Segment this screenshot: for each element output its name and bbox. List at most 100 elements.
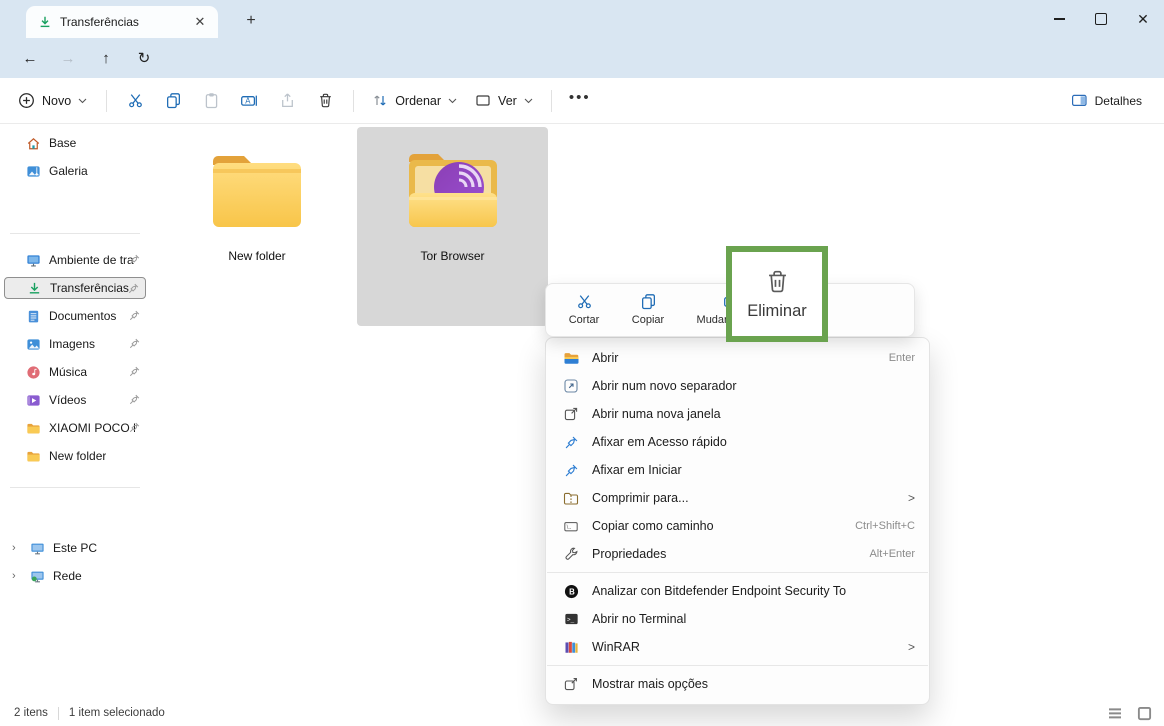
pin-icon bbox=[561, 463, 581, 478]
pin-icon bbox=[127, 282, 140, 295]
sidebar-item-documentos[interactable]: Documentos bbox=[4, 305, 146, 327]
chevron-down-icon bbox=[448, 98, 457, 104]
sidebar-item-xiaomi-poco[interactable]: XIAOMI POCO F bbox=[4, 417, 146, 439]
chevron-down-icon bbox=[78, 98, 87, 104]
menu-item-abrir-novo-separador[interactable]: Abrir num novo separador bbox=[551, 372, 924, 400]
sidebar-item-transferencias[interactable]: Transferências bbox=[4, 277, 146, 299]
menu-item-abrir-nova-janela[interactable]: Abrir numa nova janela bbox=[551, 400, 924, 428]
menu-item-afixar-iniciar[interactable]: Afixar em Iniciar bbox=[551, 456, 924, 484]
sort-button-label: Ordenar bbox=[395, 94, 441, 108]
quick-cut-button[interactable]: Cortar bbox=[552, 290, 616, 336]
sidebar-item-label: Rede bbox=[53, 569, 82, 583]
view-button-label: Ver bbox=[498, 94, 517, 108]
delete-button[interactable] bbox=[306, 85, 344, 117]
tab-title: Transferências bbox=[60, 15, 182, 29]
menu-item-propriedades[interactable]: Propriedades Alt+Enter bbox=[551, 540, 924, 568]
trash-icon bbox=[764, 268, 791, 295]
gallery-icon bbox=[26, 164, 41, 179]
cut-button[interactable] bbox=[116, 85, 154, 117]
more-toolbar-button[interactable]: ••• bbox=[561, 85, 599, 117]
menu-item-abrir[interactable]: Abrir Enter bbox=[551, 344, 924, 372]
chevron-right-icon[interactable]: › bbox=[12, 570, 22, 582]
wrench-icon bbox=[561, 547, 581, 562]
network-icon bbox=[30, 569, 45, 584]
sidebar-item-label: Música bbox=[49, 365, 87, 379]
sort-button[interactable]: Ordenar bbox=[363, 85, 466, 117]
close-button[interactable]: ✕ bbox=[1122, 0, 1164, 38]
back-button[interactable]: ← bbox=[17, 46, 43, 70]
details-view-icon[interactable] bbox=[1107, 707, 1123, 720]
share-icon bbox=[279, 92, 296, 109]
rename-icon: A bbox=[240, 92, 258, 109]
menu-item-label: Afixar em Iniciar bbox=[592, 463, 915, 477]
sidebar-item-rede[interactable]: › Rede bbox=[4, 565, 146, 587]
sidebar-item-base[interactable]: Base bbox=[4, 132, 146, 154]
copy-icon bbox=[640, 293, 657, 310]
minimize-button[interactable] bbox=[1038, 0, 1080, 38]
sidebar-item-videos[interactable]: Vídeos bbox=[4, 389, 146, 411]
open-new-window-icon bbox=[561, 406, 581, 422]
refresh-button[interactable]: ↻ bbox=[131, 46, 157, 70]
sidebar-item-label: New folder bbox=[49, 449, 106, 463]
submenu-chevron-icon: > bbox=[908, 640, 915, 654]
sidebar-item-imagens[interactable]: Imagens bbox=[4, 333, 146, 355]
new-button-label: Novo bbox=[42, 94, 71, 108]
menu-item-abrir-no-terminal[interactable]: >_ Abrir no Terminal bbox=[551, 605, 924, 633]
maximize-button[interactable] bbox=[1080, 0, 1122, 38]
pin-icon bbox=[128, 253, 141, 266]
up-button[interactable]: ↑ bbox=[93, 46, 119, 70]
menu-item-mostrar-mais-opcoes[interactable]: Mostrar mais opções bbox=[551, 670, 924, 698]
copy-icon bbox=[165, 92, 182, 109]
menu-item-copiar-como-caminho[interactable]: \.. Copiar como caminho Ctrl+Shift+C bbox=[551, 512, 924, 540]
large-icons-view-icon[interactable] bbox=[1137, 706, 1152, 721]
winrar-icon bbox=[561, 640, 581, 655]
menu-item-label: Analizar con Bitdefender Endpoint Securi… bbox=[592, 584, 915, 598]
file-tile-new-folder[interactable]: New folder bbox=[164, 127, 350, 326]
sidebar-item-este-pc[interactable]: › Este PC bbox=[4, 537, 146, 559]
navigation-pane: Base Galeria Ambiente de tra bbox=[0, 124, 150, 700]
terminal-icon: >_ bbox=[561, 612, 581, 626]
view-button[interactable]: Ver bbox=[466, 85, 542, 117]
menu-item-comprimir-para[interactable]: Comprimir para... > bbox=[551, 484, 924, 512]
menu-item-afixar-acesso-rapido[interactable]: Afixar em Acesso rápido bbox=[551, 428, 924, 456]
new-button[interactable]: Novo bbox=[8, 85, 97, 117]
window-controls: ✕ bbox=[1038, 0, 1164, 38]
menu-separator bbox=[547, 665, 928, 666]
details-pane-button[interactable]: Detalhes bbox=[1061, 85, 1152, 117]
tor-browser-folder-icon bbox=[401, 149, 505, 235]
menu-item-winrar[interactable]: WinRAR > bbox=[551, 633, 924, 661]
new-tab-button[interactable]: + bbox=[240, 10, 262, 32]
sidebar-item-label: Vídeos bbox=[49, 393, 86, 407]
file-explorer-window: Transferências ✕ + ✕ ← → ↑ ↻ › Transferê… bbox=[0, 0, 1164, 726]
tab-close-icon[interactable]: ✕ bbox=[190, 12, 210, 32]
sidebar-spacer bbox=[0, 473, 150, 487]
menu-item-label: WinRAR bbox=[592, 640, 898, 654]
copy-button[interactable] bbox=[154, 85, 192, 117]
file-name: Tor Browser bbox=[420, 249, 484, 263]
folder-large-icon bbox=[205, 149, 309, 235]
annotation-highlight-eliminar[interactable]: Eliminar bbox=[726, 246, 828, 342]
file-name: New folder bbox=[228, 249, 285, 263]
paste-icon bbox=[203, 92, 220, 109]
sidebar-item-desktop[interactable]: Ambiente de tra bbox=[4, 249, 146, 271]
forward-button[interactable]: → bbox=[55, 46, 81, 70]
view-toggles bbox=[1107, 706, 1152, 721]
sidebar-item-new-folder[interactable]: New folder bbox=[4, 445, 146, 467]
paste-button[interactable] bbox=[192, 85, 230, 117]
menu-item-bitdefender[interactable]: B Analizar con Bitdefender Endpoint Secu… bbox=[551, 577, 924, 605]
quick-copy-button[interactable]: Copiar bbox=[616, 290, 680, 336]
menu-shortcut: Enter bbox=[889, 352, 915, 364]
address-bar: ← → ↑ ↻ › Transferências › bbox=[0, 38, 1164, 78]
share-button[interactable] bbox=[268, 85, 306, 117]
chevron-right-icon[interactable]: › bbox=[12, 542, 22, 554]
pin-icon bbox=[128, 393, 141, 406]
sidebar-item-galeria[interactable]: Galeria bbox=[4, 160, 146, 182]
menu-item-label: Abrir num novo separador bbox=[592, 379, 915, 393]
menu-item-label: Propriedades bbox=[592, 547, 859, 561]
explorer-tab[interactable]: Transferências ✕ bbox=[26, 6, 218, 38]
pin-icon bbox=[128, 421, 141, 434]
rename-button[interactable]: A bbox=[230, 85, 268, 117]
file-tile-tor-browser[interactable]: Tor Browser bbox=[357, 127, 548, 326]
copy-as-path-icon: \.. bbox=[561, 519, 581, 534]
sidebar-item-musica[interactable]: Música bbox=[4, 361, 146, 383]
